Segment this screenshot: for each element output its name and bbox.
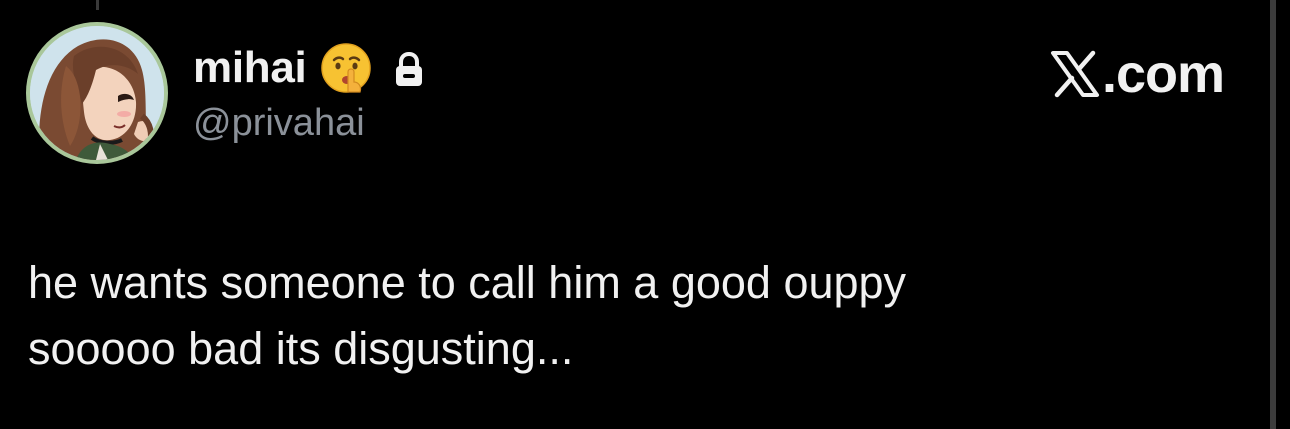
shushing-face-emoji-icon <box>321 43 372 93</box>
author-name-row: mihai <box>193 40 426 96</box>
top-divider-tick <box>96 0 99 10</box>
right-edge-border <box>1270 0 1276 429</box>
x-brand-link[interactable]: .com <box>1050 44 1225 104</box>
tweet-text: he wants someone to call him a good oupp… <box>28 257 907 374</box>
author-handle[interactable]: @privahai <box>193 104 365 142</box>
lock-icon <box>396 51 423 86</box>
anime-girl-avatar-icon <box>30 26 164 160</box>
brand-domain-text: .com <box>1102 44 1225 104</box>
x-logo-icon <box>1051 50 1099 98</box>
avatar[interactable] <box>26 22 168 164</box>
display-name[interactable]: mihai <box>193 46 307 90</box>
